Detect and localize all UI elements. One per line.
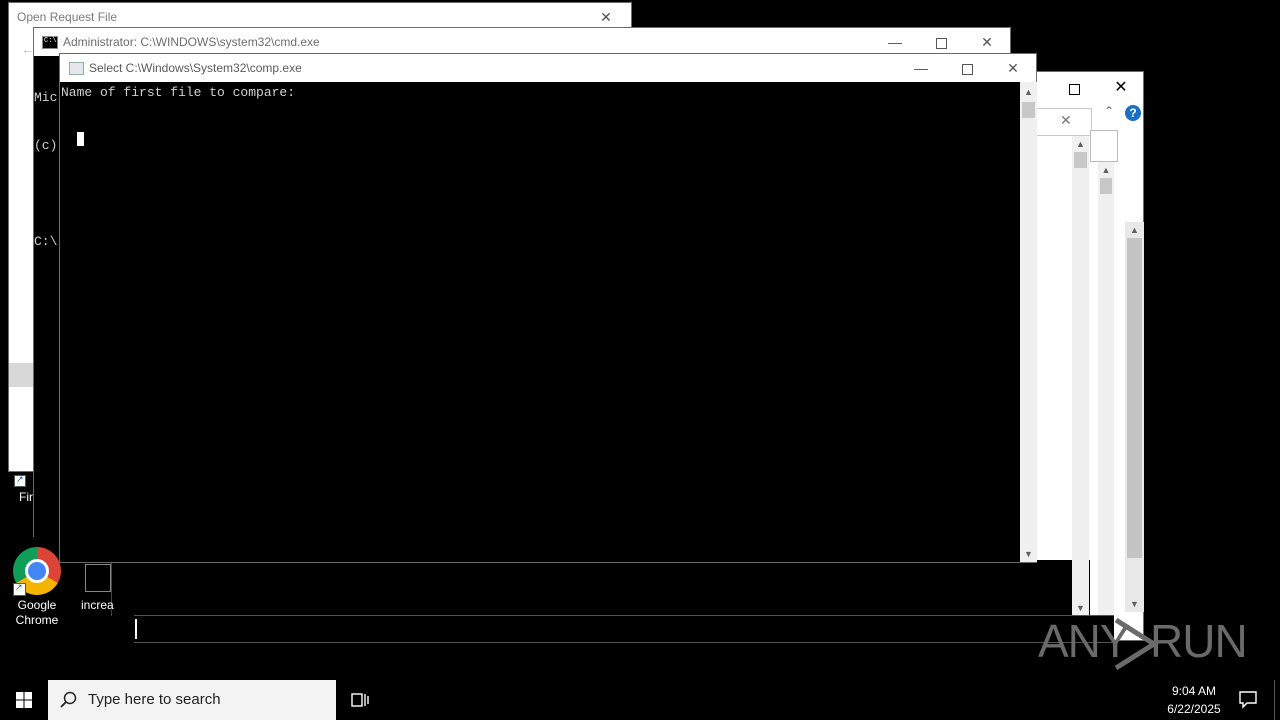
scroll-down-arrow[interactable]: ▼	[1020, 546, 1037, 562]
start-button[interactable]	[0, 680, 48, 720]
maximize-button[interactable]	[944, 54, 990, 82]
window-title: Administrator: C:\WINDOWS\system32\cmd.e…	[63, 35, 320, 49]
scrollbar-bg3-outer[interactable]: ▲ ▼	[1125, 222, 1144, 612]
window-title: Select C:\Windows\System32\comp.exe	[89, 61, 302, 75]
minimize-icon: —	[914, 60, 928, 76]
close-button[interactable]: ✕	[964, 28, 1010, 56]
scroll-thumb[interactable]	[1022, 102, 1035, 118]
close-icon: ✕	[600, 9, 612, 25]
taskbar: Type here to search 9:04 AM 6/22/2025	[0, 680, 1280, 720]
action-center-button[interactable]	[1232, 680, 1264, 720]
chevron-up-icon[interactable]: ⌃	[1104, 104, 1114, 118]
close-icon: ✕	[1007, 60, 1019, 76]
maximize-icon	[935, 37, 947, 49]
maximize-button-bg3[interactable]	[1052, 74, 1096, 102]
scroll-thumb[interactable]	[1127, 238, 1142, 558]
maximize-icon	[961, 63, 973, 75]
desktop-icon-google-chrome[interactable]: ↗ Google Chrome	[6, 545, 68, 627]
scroll-down-arrow[interactable]: ▼	[1125, 596, 1144, 612]
scroll-up-arrow[interactable]: ▲	[1020, 84, 1037, 100]
minimize-button[interactable]: —	[872, 28, 918, 56]
minimize-icon: —	[888, 34, 902, 50]
desktop-icon-firefox[interactable]: ↗ Fir	[8, 472, 48, 508]
scroll-thumb[interactable]	[1100, 178, 1112, 194]
console-line: C:\	[34, 234, 58, 249]
watermark-text-right: RUN	[1150, 615, 1248, 667]
panel-row	[9, 363, 35, 387]
file-icon	[85, 564, 111, 592]
cmd-titlebar[interactable]: C:\ Administrator: C:\WINDOWS\system32\c…	[34, 28, 1010, 56]
search-placeholder: Type here to search	[88, 691, 221, 708]
maximize-icon	[1068, 83, 1080, 95]
input-line[interactable]	[134, 615, 1114, 643]
comp-titlebar[interactable]: Select C:\Windows\System32\comp.exe — ✕	[60, 54, 1036, 82]
text-caret	[135, 619, 137, 639]
scrollbar-bg3-inner[interactable]: ▲	[1098, 162, 1114, 642]
background-window-3: ✕ ⌃ ? ✕ ▲ ▲ ▼	[1035, 71, 1144, 642]
shortcut-arrow-icon: ↗	[14, 474, 26, 487]
close-icon: ✕	[981, 34, 993, 50]
console-line: Mic	[34, 90, 58, 105]
task-view-button[interactable]	[338, 680, 382, 720]
scroll-up-arrow[interactable]: ▲	[1098, 162, 1114, 178]
cmd-icon: C:\	[42, 36, 58, 49]
close-button[interactable]: ✕	[990, 54, 1036, 82]
close-button-bg3[interactable]: ✕	[1098, 74, 1144, 102]
text-cursor	[77, 132, 84, 146]
clock-date: 6/22/2025	[1167, 702, 1221, 716]
desktop-icon-label: Google Chrome	[15, 598, 59, 627]
close-icon: ✕	[1114, 79, 1128, 96]
scroll-up-arrow[interactable]: ▲	[1125, 222, 1144, 238]
taskbar-clock[interactable]: 9:04 AM 6/22/2025	[1160, 680, 1228, 720]
comp-scrollbar[interactable]: ▲ ▼	[1020, 82, 1037, 562]
comp-console[interactable]: Name of first file to compare:	[60, 82, 1019, 562]
show-desktop-divider[interactable]	[1274, 680, 1277, 720]
window-title: Open Request File	[17, 10, 118, 24]
desktop-icon-label: Fir	[19, 490, 33, 504]
scroll-up-arrow[interactable]: ▲	[1072, 136, 1089, 152]
maximize-button[interactable]	[918, 28, 964, 56]
search-icon	[60, 691, 77, 708]
minimize-button[interactable]: —	[898, 54, 944, 82]
watermark-logo: ANY RUN	[1038, 614, 1248, 674]
scrollbar-bg2[interactable]: ▲ ▼	[1072, 136, 1089, 616]
desktop-icon-label: increa	[81, 598, 114, 612]
taskbar-search-box[interactable]: Type here to search	[48, 680, 336, 720]
close-icon[interactable]: ✕	[1060, 112, 1072, 129]
inner-panel	[1090, 130, 1118, 162]
task-view-icon	[351, 693, 369, 707]
help-icon[interactable]: ?	[1125, 105, 1141, 121]
clock-time: 9:04 AM	[1171, 684, 1217, 698]
notification-icon	[1239, 691, 1257, 709]
shortcut-arrow-icon: ↗	[13, 582, 26, 596]
desktop-icon-file[interactable]: increa	[78, 562, 118, 614]
scroll-thumb[interactable]	[1074, 152, 1087, 168]
comp-window: Select C:\Windows\System32\comp.exe — ✕ …	[59, 53, 1037, 563]
windows-start-icon	[16, 692, 32, 708]
console-line: (c)	[34, 138, 58, 153]
background-console-2	[111, 560, 1090, 616]
console-app-icon	[69, 62, 84, 75]
console-prompt: Name of first file to compare:	[61, 85, 296, 100]
cmd-console[interactable]: Mic (c) C:\	[34, 56, 62, 538]
